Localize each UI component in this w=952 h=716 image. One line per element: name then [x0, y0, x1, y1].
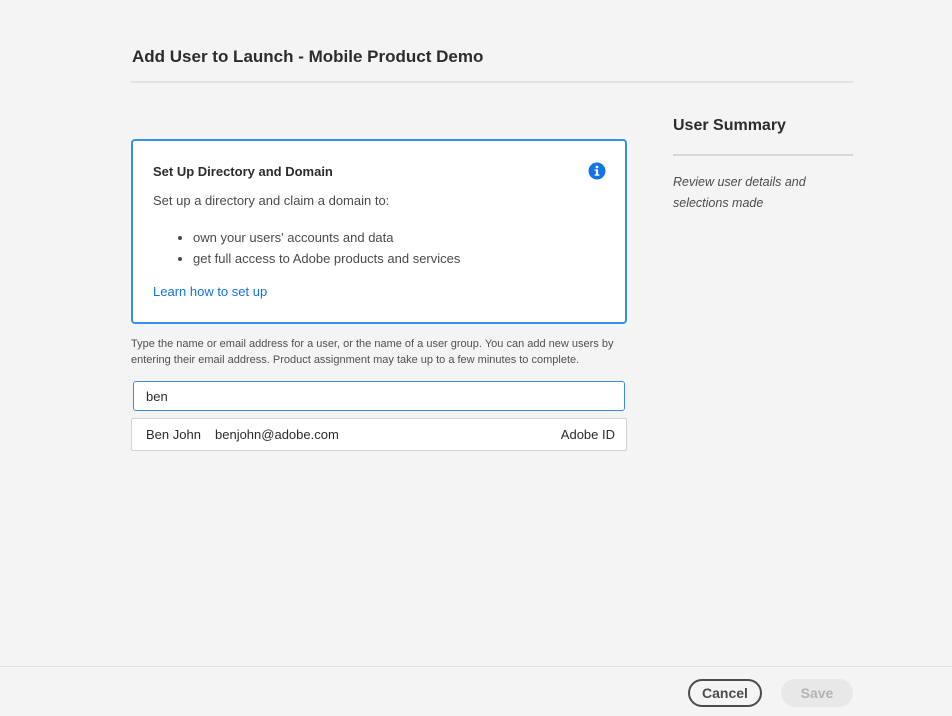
user-summary-title: User Summary: [673, 117, 786, 134]
info-card-intro: Set up a directory and claim a domain to…: [153, 193, 390, 208]
directory-info-card: Set Up Directory and Domain Set up a dir…: [131, 139, 627, 324]
suggestion-email: benjohn@adobe.com: [215, 427, 339, 442]
cancel-button[interactable]: Cancel: [688, 679, 762, 707]
summary-divider: [673, 154, 853, 156]
user-summary-description: Review user details and selections made: [673, 175, 806, 210]
info-card-bullet: own your users' accounts and data: [193, 227, 460, 248]
info-icon[interactable]: [588, 162, 606, 180]
add-user-dialog: Add User to Launch - Mobile Product Demo…: [0, 0, 952, 716]
user-search-input[interactable]: [133, 381, 625, 411]
save-button[interactable]: Save: [781, 679, 853, 707]
user-suggestion-item[interactable]: Ben John benjohn@adobe.com Adobe ID: [132, 419, 626, 450]
user-suggestion-list: Ben John benjohn@adobe.com Adobe ID: [131, 418, 627, 451]
dialog-title: Add User to Launch - Mobile Product Demo: [132, 47, 484, 66]
suggestion-id-type: Adobe ID: [560, 427, 615, 442]
suggestion-name: Ben John: [146, 427, 201, 442]
info-card-title: Set Up Directory and Domain: [153, 164, 333, 179]
footer-divider: [0, 666, 952, 667]
learn-how-to-set-up-link[interactable]: Learn how to set up: [153, 284, 267, 299]
title-divider: [131, 81, 853, 83]
info-card-bullet-list: own your users' accounts and data get fu…: [153, 227, 460, 269]
search-help-text: Type the name or email address for a use…: [131, 338, 614, 366]
info-card-bullet: get full access to Adobe products and se…: [193, 248, 460, 269]
